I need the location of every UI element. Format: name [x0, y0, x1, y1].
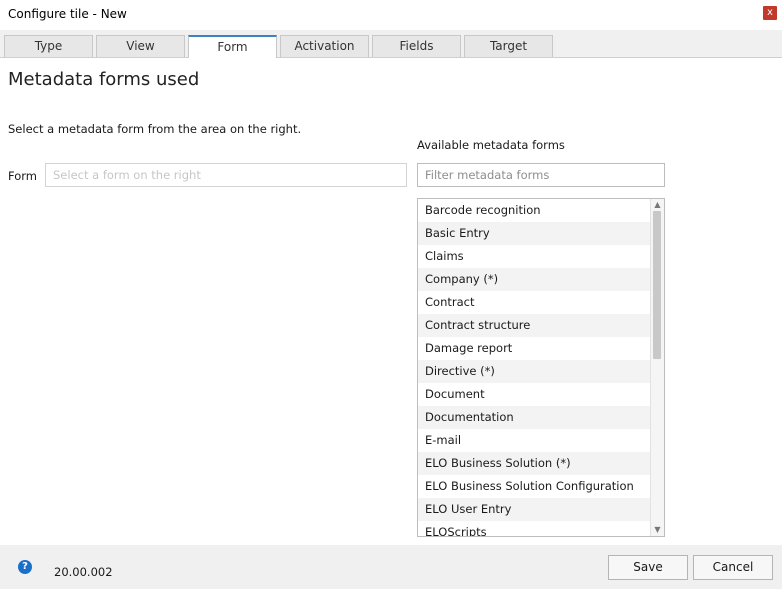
list-item[interactable]: Barcode recognition: [418, 199, 650, 222]
form-field[interactable]: [45, 163, 407, 187]
tab-target[interactable]: Target: [464, 35, 553, 57]
metadata-forms-list[interactable]: Barcode recognition Basic Entry Claims C…: [417, 198, 665, 537]
list-item[interactable]: Claims: [418, 245, 650, 268]
list-scrollbar[interactable]: ▲ ▼: [650, 199, 664, 536]
tab-fields[interactable]: Fields: [372, 35, 461, 57]
tab-activation[interactable]: Activation: [280, 35, 369, 57]
list-item[interactable]: Document: [418, 383, 650, 406]
close-icon[interactable]: x: [763, 6, 777, 20]
form-label: Form: [8, 169, 37, 183]
list-item[interactable]: Contract structure: [418, 314, 650, 337]
tab-bar: Type View Form Activation Fields Target: [0, 30, 782, 58]
page-title: Metadata forms used: [8, 69, 200, 90]
scroll-thumb[interactable]: [653, 211, 661, 359]
scroll-up-icon[interactable]: ▲: [651, 199, 664, 211]
instruction-text: Select a metadata form from the area on …: [8, 122, 302, 136]
footer-bar: ? 20.00.002 Save Cancel: [0, 545, 782, 589]
list-item[interactable]: ELO Business Solution Configuration: [418, 475, 650, 498]
scroll-down-icon[interactable]: ▼: [651, 524, 664, 536]
list-item[interactable]: Contract: [418, 291, 650, 314]
tab-form[interactable]: Form: [188, 35, 277, 58]
list-item[interactable]: ELOScripts: [418, 521, 650, 536]
version-label: 20.00.002: [54, 565, 113, 579]
help-icon[interactable]: ?: [18, 560, 32, 574]
list-item[interactable]: Damage report: [418, 337, 650, 360]
list-item[interactable]: E-mail: [418, 429, 650, 452]
list-item[interactable]: Documentation: [418, 406, 650, 429]
list-item[interactable]: ELO Business Solution (*): [418, 452, 650, 475]
tab-type[interactable]: Type: [4, 35, 93, 57]
save-button[interactable]: Save: [608, 555, 688, 580]
list-item[interactable]: Basic Entry: [418, 222, 650, 245]
list-item[interactable]: ELO User Entry: [418, 498, 650, 521]
cancel-button[interactable]: Cancel: [693, 555, 773, 580]
filter-input[interactable]: [417, 163, 665, 187]
window-title: Configure tile - New: [8, 7, 127, 21]
available-forms-label: Available metadata forms: [417, 138, 565, 152]
tab-view[interactable]: View: [96, 35, 185, 57]
list-item[interactable]: Company (*): [418, 268, 650, 291]
list-item[interactable]: Directive (*): [418, 360, 650, 383]
title-bar: Configure tile - New x: [0, 0, 782, 30]
